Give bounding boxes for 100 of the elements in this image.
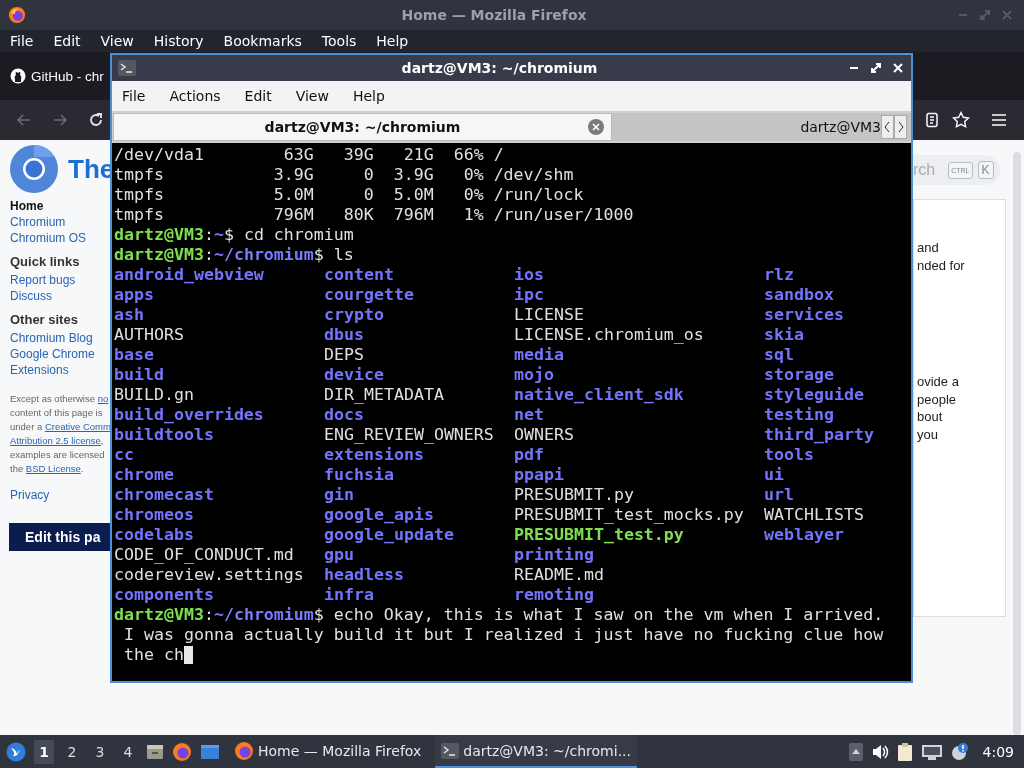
menu-item[interactable]: Help (352, 88, 385, 104)
menu-item[interactable]: Bookmarks (223, 33, 302, 49)
clipboard-icon[interactable] (896, 741, 913, 762)
directory-name: sandbox (764, 285, 834, 305)
menu-icon[interactable] (991, 113, 1007, 127)
file-name: README.md (514, 565, 604, 585)
footer-link[interactable]: BSD License (25, 463, 81, 474)
start-menu-icon[interactable] (6, 741, 26, 762)
workspace-button[interactable]: 2 (62, 739, 82, 764)
directory-name: chromeos (114, 505, 194, 525)
terminal-tab[interactable]: dartz@VM3: ~/chromium (113, 113, 612, 141)
nav-link[interactable]: Discuss (10, 288, 80, 304)
file-name: OWNERS (514, 425, 574, 445)
nav-link[interactable]: Extensions (10, 362, 95, 378)
menu-item[interactable]: Edit (244, 88, 272, 104)
nav-link[interactable]: Report bugs (10, 272, 80, 288)
terminal-line: dartz@VM3:~$ cd chromium (114, 225, 354, 245)
nav-heading: Other sites (10, 312, 79, 327)
taskbar-button[interactable]: Home — Mozilla Firefox (228, 735, 428, 768)
keyboard-key: K (977, 161, 994, 179)
terminal-line: /dev/vda1 63G 39G 21G 66% / (114, 145, 504, 165)
body-text: nded for (917, 256, 965, 274)
chevron-right-icon[interactable] (894, 115, 907, 139)
browser-tab[interactable]: GitHub - chr (10, 68, 104, 84)
file-name: PRESUBMIT.py (514, 485, 634, 505)
directory-name: tools (764, 445, 814, 465)
directory-name: device (324, 365, 384, 385)
nav-link[interactable]: Chromium (10, 214, 86, 230)
bookmark-star-icon[interactable] (952, 111, 970, 129)
menu-item[interactable]: Tools (321, 33, 357, 49)
nav-link[interactable]: Chromium Blog (10, 330, 95, 346)
menu-item[interactable]: Edit (53, 33, 81, 49)
reload-icon[interactable] (88, 112, 104, 128)
directory-name: apps (114, 285, 154, 305)
edit-page-button[interactable]: Edit this pa (9, 523, 110, 551)
taskbar-button[interactable]: dartz@VM3: ~/chromi... (435, 735, 637, 768)
directory-name: headless (324, 565, 404, 585)
file-name: ENG_REVIEW_OWNERS (324, 425, 494, 445)
window-title: Home — Mozilla Firefox (400, 7, 588, 23)
terminal-tab[interactable]: dartz@VM3 (612, 113, 881, 141)
reader-view-icon[interactable] (924, 112, 940, 128)
directory-name: sql (764, 345, 794, 365)
directory-name: google_apis (324, 505, 434, 525)
directory-name: pdf (514, 445, 544, 465)
directory-name: build_overrides (114, 405, 264, 425)
file-name: DIR_METADATA (324, 385, 444, 405)
speaker-icon[interactable] (870, 742, 889, 761)
workspace-button[interactable]: 4 (118, 739, 138, 764)
chromium-logo-icon (10, 145, 58, 193)
directory-name: storage (764, 365, 834, 385)
menu-item[interactable]: View (295, 88, 329, 104)
directory-name: url (764, 485, 794, 505)
nav-link[interactable]: Chromium OS (10, 230, 86, 246)
firefox-icon[interactable] (172, 741, 192, 762)
forward-icon[interactable] (52, 112, 68, 128)
privacy-link[interactable]: Privacy (10, 488, 50, 502)
back-icon[interactable] (16, 112, 32, 128)
directory-name: infra (324, 585, 374, 605)
directory-name: docs (324, 405, 364, 425)
workspace-button[interactable]: 1 (34, 739, 54, 764)
menu-item[interactable]: View (100, 33, 134, 49)
footer-text: content of this page is (10, 406, 104, 420)
directory-name: google_update (324, 525, 454, 545)
directory-name: ui (764, 465, 784, 485)
directory-name: native_client_sdk (514, 385, 684, 405)
file-name: BUILD.gn (114, 385, 194, 405)
scrollbar[interactable] (1013, 152, 1021, 735)
file-manager-icon[interactable] (146, 742, 164, 761)
directory-name: content (324, 265, 394, 285)
menu-item[interactable]: File (10, 33, 34, 49)
workspace-button[interactable]: 3 (90, 739, 110, 764)
menu-item[interactable]: Actions (169, 88, 221, 104)
terminal-line: tmpfs 3.9G 0 3.9G 0% /dev/shm (114, 165, 574, 185)
file-name: LICENSE (514, 305, 584, 325)
body-text: people (917, 390, 958, 408)
clock: 4:09 (982, 743, 1014, 760)
close-tab-icon[interactable] (588, 119, 604, 135)
directory-name: chrome (114, 465, 174, 485)
footer-link[interactable]: Attribution 2.5 license (10, 435, 101, 446)
chevron-left-icon[interactable] (881, 115, 894, 139)
network-icon[interactable] (920, 743, 943, 760)
footer-link[interactable]: Creative Comm (44, 421, 111, 432)
directory-name: fuchsia (324, 465, 394, 485)
menu-item[interactable]: History (153, 33, 204, 49)
menu-item[interactable]: File (122, 88, 146, 104)
directory-name: dbus (324, 325, 364, 345)
footer-text: Attribution 2.5 license, (10, 434, 105, 448)
nav-link[interactable]: Google Chrome (10, 346, 95, 362)
terminal-icon (441, 742, 460, 759)
window-title: dartz@VM3: ~/chromium (400, 60, 599, 76)
body-text: you (917, 425, 939, 443)
directory-name: base (114, 345, 154, 365)
directory-name: extensions (324, 445, 424, 465)
directory-name: ppapi (514, 465, 564, 485)
notification-icon[interactable] (950, 742, 969, 761)
menu-item[interactable]: Help (376, 33, 409, 49)
terminal-icon (118, 60, 136, 76)
directory-name: services (764, 305, 844, 325)
desktop-icon[interactable] (200, 743, 220, 760)
footer-link[interactable]: no (97, 393, 109, 404)
